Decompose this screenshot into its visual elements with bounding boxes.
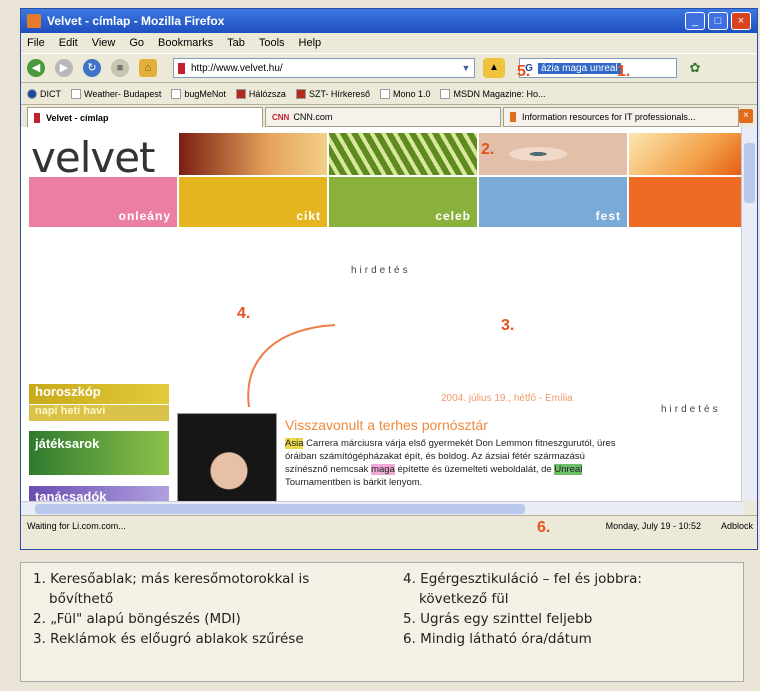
tab-strip: Velvet - címlap CNN CNN.com Information … [21,105,757,127]
menu-tab[interactable]: Tab [227,37,245,49]
status-text: Waiting for Li.com.com... [27,520,126,531]
horoscope-periods[interactable]: napi heti havi [29,405,169,421]
highlight-maga: maga [371,464,395,475]
legend-item-1: 1. Keresőablak; más keresőmotorokkal is [33,571,310,587]
marker-3: 3. [501,317,515,334]
close-button[interactable]: × [731,12,751,30]
legend-item-3: 3. Reklámok és előugró ablakok szűrése [33,631,304,647]
legend-item-5: 5. Ugrás egy szinttel feljebb [403,611,593,627]
bookmark-favicon-icon [295,88,306,99]
marker-2: 2. [481,141,495,158]
legend-item-1-cont: bővíthető [49,591,114,607]
home-icon[interactable]: ⌂ [139,59,157,77]
title-bar: Velvet - címlap - Mozilla Firefox _ □ × [21,9,757,33]
bookmark-halozsza[interactable]: Hálózsza [235,88,286,99]
browser-window: Velvet - címlap - Mozilla Firefox _ □ × … [20,8,758,550]
minimize-button[interactable]: _ [685,12,705,30]
forward-arrow-icon[interactable]: ▶ [55,59,73,77]
games-button[interactable]: játéksarok [29,431,169,475]
gesture-curve [247,324,336,408]
tab-it-resources[interactable]: Information resources for IT professiona… [503,107,739,127]
article-headline[interactable]: Visszavonult a terhes pornósztár [285,417,488,433]
ad-label-right: hirdetés [661,404,721,415]
tab-cnn[interactable]: CNN CNN.com [265,107,501,127]
marker-4: 4. [237,305,251,322]
page-icon [171,88,182,99]
advisors-button[interactable]: tanácsadók [29,486,169,501]
url-text: http://www.velvet.hu/ [191,62,283,74]
date-line: 2004. július 19., hétfő - Emília [441,393,573,404]
header-photo-woman [179,133,327,175]
go-up-icon[interactable]: ▲ [483,58,505,78]
page-icon [71,88,81,99]
marker-1: 1. [617,63,631,80]
tile-onleany[interactable]: onleány [29,177,177,227]
search-box[interactable]: G ázia maga unreal [519,58,677,78]
maximize-button[interactable]: □ [708,12,728,30]
menu-file[interactable]: File [27,37,45,49]
adblock-label[interactable]: Adblock [721,521,753,531]
cnn-favicon-icon: CNN [272,112,290,122]
tile-celeb[interactable]: celeb [329,177,477,227]
menu-bar: File Edit View Go Bookmarks Tab Tools He… [21,33,757,53]
bookmark-weather[interactable]: Weather- Budapest [71,88,161,99]
window-title: Velvet - címlap - Mozilla Firefox [47,14,225,28]
bookmark-msdn[interactable]: MSDN Magazine: Ho... [440,88,546,99]
legend-box: 1. Keresőablak; más keresőmotorokkal is … [20,562,744,682]
menu-bookmarks[interactable]: Bookmarks [158,37,213,49]
horizontal-scrollbar[interactable] [21,501,743,515]
bookmark-dict[interactable]: DICT [27,88,61,99]
menu-help[interactable]: Help [299,37,322,49]
reload-icon[interactable]: ↻ [83,59,101,77]
highlight-unreal: Unreal [554,464,583,475]
page-icon [440,88,451,99]
tile-fest[interactable]: fest [479,177,627,227]
menu-view[interactable]: View [92,37,116,49]
velvet-logo[interactable]: velvet [31,133,156,182]
horoscope-button[interactable]: horoszkóp [29,384,169,404]
menu-tools[interactable]: Tools [259,37,285,49]
navigation-toolbar: ◀ ▶ ↻ ■ ⌂ http://www.velvet.hu/ ▼ ▲ G áz… [21,53,757,83]
menu-go[interactable]: Go [129,37,144,49]
highlight-asia: Asia [285,438,304,449]
it-favicon-icon [510,112,516,122]
article-body: Asia Carrera márciusra várja első gyerme… [285,438,616,488]
tab-velvet[interactable]: Velvet - címlap [27,107,263,127]
url-bar[interactable]: http://www.velvet.hu/ ▼ [173,58,475,78]
bookmarks-toolbar: DICT Weather- Budapest bugMeNot Hálózsza… [21,83,757,105]
search-input-text: ázia maga unreal [538,62,621,74]
url-dropdown-icon[interactable]: ▼ [458,59,474,77]
header-photo-leaves [329,133,477,175]
header-photo-eyes [479,133,627,175]
legend-item-4-cont: következő fül [419,591,509,607]
page-content: velvet onleány cikt celeb fest hirdetés … [21,127,741,501]
marker-6: 6. [537,519,551,536]
site-favicon-icon [178,62,185,74]
stop-icon[interactable]: ■ [111,59,129,77]
firefox-icon [27,14,41,28]
site-favicon-icon [34,112,40,123]
status-bar: Waiting for Li.com.com... Monday, July 1… [21,515,757,535]
menu-edit[interactable]: Edit [59,37,78,49]
legend-item-6: 6. Mindig látható óra/dátum [403,631,592,647]
bookmark-bugmenot[interactable]: bugMeNot [171,88,226,99]
bookmark-szt[interactable]: SZT- Hírkereső [295,88,370,99]
vertical-scrollbar[interactable] [741,127,757,501]
bookmark-mono[interactable]: Mono 1.0 [379,88,430,99]
tile-extra[interactable] [629,177,741,227]
bookmark-favicon-icon [235,88,246,99]
page-icon [379,88,390,99]
extension-icon[interactable]: ✿ [685,58,705,78]
dict-icon [27,88,37,99]
legend-item-4: 4. Egérgesztikuláció – fel és jobbra: [403,571,642,587]
marker-5: 5. [517,63,531,80]
ad-label-top: hirdetés [351,265,411,276]
tile-cikt[interactable]: cikt [179,177,327,227]
legend-item-2: 2. „Fül" alapú böngészés (MDI) [33,611,241,627]
header-photo-shoe [629,133,741,175]
close-tab-icon[interactable]: × [739,109,753,123]
article-portrait[interactable] [177,413,277,501]
status-clock: Monday, July 19 - 10:52 [605,520,701,531]
back-arrow-icon[interactable]: ◀ [27,59,45,77]
